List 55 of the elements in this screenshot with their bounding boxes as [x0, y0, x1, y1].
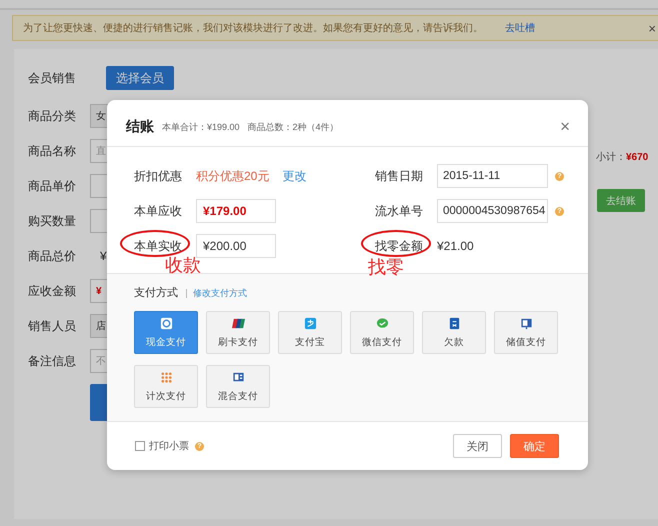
checkbox[interactable] — [135, 441, 145, 451]
item-count: 商品总数：2种（4件） — [248, 120, 339, 134]
close-button[interactable]: 关闭 — [453, 434, 502, 458]
field-label: 商品分类 — [28, 108, 77, 124]
payment-option[interactable]: 支付宝 — [278, 311, 342, 354]
dot-grid-icon — [160, 370, 172, 384]
input-field[interactable]: 0000004530987654 — [437, 199, 548, 223]
change-amount: ¥21.00 — [437, 239, 474, 253]
discount-value: 积分优惠20元 — [196, 168, 270, 184]
feedback-link[interactable]: 去吐槽 — [505, 21, 535, 35]
subtotal-amount: ¥670 — [626, 152, 648, 162]
field-label: 商品单价 — [28, 178, 77, 194]
dialog-title: 结账 — [126, 118, 154, 136]
field-label: 本单应收 — [134, 204, 182, 218]
field-label: 找零金额 — [375, 239, 423, 253]
field-label: 商品名称 — [28, 142, 77, 160]
field-label: 应收金额 — [28, 282, 77, 300]
close-button[interactable]: × — [560, 117, 570, 137]
tag-icon — [448, 316, 460, 330]
payment-option[interactable]: 现金支付 — [134, 311, 198, 354]
edit-payment-link[interactable]: 修改支付方式 — [193, 286, 247, 300]
field-label: 商品总价 — [28, 248, 77, 264]
field-label: 销售日期 — [375, 169, 423, 183]
print-receipt-label: 打印小票 — [149, 440, 189, 453]
payment-label: 支付方式 — [134, 288, 187, 298]
notebook-icon — [232, 370, 244, 384]
payment-option[interactable]: 储值支付 — [494, 311, 558, 354]
subtotal-label: 小计： — [596, 150, 626, 164]
select-member-button[interactable]: 选择会员 — [106, 66, 174, 90]
field-label: 折扣优惠 — [134, 169, 182, 183]
change-link[interactable]: 更改 — [282, 168, 306, 184]
input-field[interactable]: 2015-11-11 — [437, 164, 548, 188]
payment-option[interactable]: 混合支付 — [206, 365, 270, 408]
coin-icon — [160, 316, 172, 330]
input-field[interactable]: ¥200.00 — [196, 234, 276, 258]
chat-bubble-icon — [376, 316, 388, 330]
close-button[interactable]: × — [648, 20, 656, 36]
field-label: 备注信息 — [28, 352, 77, 370]
member-label: 会员销售 — [28, 70, 77, 86]
payment-option[interactable]: 欠款 — [422, 311, 486, 354]
confirm-button[interactable]: 确定 — [510, 434, 559, 458]
card-icon — [232, 316, 244, 330]
input-field[interactable]: ¥179.00 — [196, 199, 276, 223]
payment-option[interactable]: 微信支付 — [350, 311, 414, 354]
book-icon — [520, 316, 532, 330]
field-label: 销售人员 — [28, 318, 77, 334]
field-label: 本单实收 — [134, 239, 182, 253]
total-value: ¥ — [99, 249, 107, 263]
notice-text: 为了让您更快速、便捷的进行销售记账，我们对该模块进行了改进。如果您有更好的意见，请告诉我们。 — [23, 22, 483, 35]
field-label: 购买数量 — [28, 212, 77, 230]
annotation-text: 找零 — [368, 256, 404, 279]
field-label: 流水单号 — [375, 204, 423, 218]
payment-option[interactable]: 刷卡支付 — [206, 311, 270, 354]
payment-option[interactable]: 计次支付 — [134, 365, 198, 408]
order-total: 本单合计：¥199.00 — [162, 120, 240, 134]
